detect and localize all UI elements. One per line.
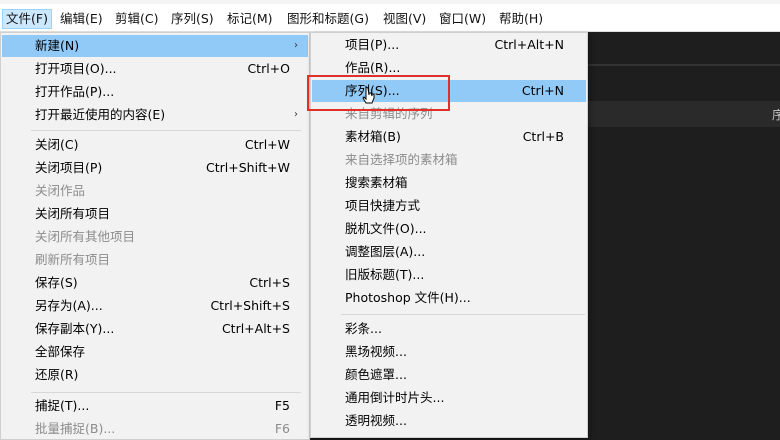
menu-clip[interactable]: 剪辑(C) — [112, 9, 161, 29]
menu-item-label: 还原(R) — [35, 367, 79, 382]
panel-label: 序 — [772, 108, 780, 122]
menu-separator — [341, 314, 585, 315]
menu-item-close-all-projects[interactable]: 关闭所有项目 — [2, 203, 308, 225]
menu-separator — [31, 392, 301, 393]
menu-item-save-all[interactable]: 全部保存 — [2, 341, 308, 363]
menu-item-label: 搜索素材箱 — [345, 175, 408, 190]
menu-separator — [31, 130, 301, 131]
submenu-item-adjustment-layer[interactable]: 调整图层(A)... — [312, 241, 586, 263]
menu-item-shortcut: Ctrl+Shift+W — [206, 160, 290, 175]
menu-item-shortcut: Ctrl+S — [249, 275, 290, 290]
mouse-pointer-icon — [362, 86, 375, 104]
menu-item-label: 刷新所有项目 — [35, 252, 111, 267]
menu-item-close-project[interactable]: 关闭项目(P) Ctrl+Shift+W — [2, 157, 308, 179]
menu-item-refresh-projects: 刷新所有项目 — [2, 249, 308, 271]
submenu-arrow-icon: › — [294, 109, 298, 120]
submenu-item-color-matte[interactable]: 颜色遮罩... — [312, 364, 586, 386]
menu-item-label: 保存(S) — [35, 275, 78, 290]
submenu-item-photoshop-file[interactable]: Photoshop 文件(H)... — [312, 287, 586, 309]
menu-sequence[interactable]: 序列(S) — [168, 9, 217, 29]
menu-item-label: 脱机文件(O)... — [345, 221, 427, 236]
menu-item-shortcut: Ctrl+W — [244, 137, 290, 152]
menu-item-label: 全部保存 — [35, 344, 86, 359]
menu-item-close-other-projects: 关闭所有其他项目 — [2, 226, 308, 248]
menu-view[interactable]: 视图(V) — [380, 9, 429, 29]
menu-item-label: 捕捉(T)... — [35, 398, 90, 413]
submenu-item-project[interactable]: 项目(P)... Ctrl+Alt+N — [312, 34, 586, 56]
menu-item-label: 打开作品(P)... — [35, 84, 115, 99]
menu-item-label: 项目(P)... — [345, 37, 400, 52]
menu-item-label: 旧版标题(T)... — [345, 267, 425, 282]
menu-item-label: 关闭所有项目 — [35, 206, 111, 221]
menu-item-save-as[interactable]: 另存为(A)... Ctrl+Shift+S — [2, 295, 308, 317]
menu-item-label: 颜色遮罩... — [345, 367, 407, 382]
menu-item-shortcut: Ctrl+B — [522, 129, 564, 144]
menu-edit[interactable]: 编辑(E) — [57, 9, 106, 29]
menu-item-label: 另存为(A)... — [35, 298, 103, 313]
submenu-item-countdown-leader[interactable]: 通用倒计时片头... — [312, 387, 586, 409]
menu-item-label: 关闭(C) — [35, 137, 79, 152]
menu-help[interactable]: 帮助(H) — [496, 9, 546, 29]
menu-item-label: 黑场视频... — [345, 344, 407, 359]
menu-bar: 文件(F) 编辑(E) 剪辑(C) 序列(S) 标记(M) 图形和标题(G) 视… — [0, 4, 780, 32]
submenu-item-transparent-video[interactable]: 透明视频... — [312, 410, 586, 432]
menu-graphics-titles[interactable]: 图形和标题(G) — [284, 9, 372, 29]
menu-item-label: 关闭项目(P) — [35, 160, 103, 175]
file-menu-dropdown: 新建(N) › 打开项目(O)... Ctrl+O 打开作品(P)... 打开最… — [0, 32, 310, 440]
menu-item-shortcut: Ctrl+N — [521, 83, 564, 98]
menu-item-shortcut: F5 — [274, 398, 290, 413]
menu-item-label: Photoshop 文件(H)... — [345, 290, 471, 305]
menu-item-save-copy[interactable]: 保存副本(Y)... Ctrl+Alt+S — [2, 318, 308, 340]
menu-item-batch-capture: 批量捕捉(B)... F6 — [2, 418, 308, 440]
menu-item-close-production: 关闭作品 — [2, 180, 308, 202]
menu-item-shortcut: F6 — [274, 421, 290, 436]
submenu-item-bin[interactable]: 素材箱(B) Ctrl+B — [312, 126, 586, 148]
menu-item-shortcut: Ctrl+Alt+S — [221, 321, 290, 336]
submenu-item-black-video[interactable]: 黑场视频... — [312, 341, 586, 363]
menu-item-shortcut: Ctrl+Shift+S — [210, 298, 290, 313]
menu-item-label: 通用倒计时片头... — [345, 390, 445, 405]
menu-item-shortcut: Ctrl+Alt+N — [494, 37, 564, 52]
menu-item-close[interactable]: 关闭(C) Ctrl+W — [2, 134, 308, 156]
menu-item-label: 素材箱(B) — [345, 129, 401, 144]
submenu-arrow-icon: › — [294, 40, 298, 51]
submenu-item-project-shortcut[interactable]: 项目快捷方式 — [312, 195, 586, 217]
menu-item-label: 保存副本(Y)... — [35, 321, 115, 336]
menu-item-open-project[interactable]: 打开项目(O)... Ctrl+O — [2, 58, 308, 80]
menu-window[interactable]: 窗口(W) — [436, 9, 489, 29]
menu-item-new[interactable]: 新建(N) › — [2, 35, 308, 57]
menu-file[interactable]: 文件(F) — [2, 9, 52, 29]
menu-item-capture[interactable]: 捕捉(T)... F5 — [2, 395, 308, 417]
menu-item-label: 关闭作品 — [35, 183, 86, 198]
submenu-item-offline-file[interactable]: 脱机文件(O)... — [312, 218, 586, 240]
submenu-item-bin-from-selection: 来自选择项的素材箱 — [312, 149, 586, 171]
menu-item-label: 打开最近使用的内容(E) — [35, 107, 166, 122]
submenu-item-legacy-title[interactable]: 旧版标题(T)... — [312, 264, 586, 286]
submenu-item-bars-and-tone[interactable]: 彩条... — [312, 318, 586, 340]
menu-item-label: 彩条... — [345, 321, 382, 336]
annotation-highlight-box — [307, 75, 450, 111]
menu-item-label: 打开项目(O)... — [35, 61, 117, 76]
menu-item-open-recent[interactable]: 打开最近使用的内容(E) › — [2, 104, 308, 126]
menu-item-label: 批量捕捉(B)... — [35, 421, 116, 436]
menu-item-shortcut: Ctrl+O — [247, 61, 290, 76]
menu-item-label: 项目快捷方式 — [345, 198, 421, 213]
menu-item-label: 来自选择项的素材箱 — [345, 152, 458, 167]
menu-item-revert[interactable]: 还原(R) — [2, 364, 308, 386]
submenu-item-search-bin[interactable]: 搜索素材箱 — [312, 172, 586, 194]
menu-marker[interactable]: 标记(M) — [224, 9, 276, 29]
menu-item-save[interactable]: 保存(S) Ctrl+S — [2, 272, 308, 294]
menu-item-open-production[interactable]: 打开作品(P)... — [2, 81, 308, 103]
menu-item-label: 调整图层(A)... — [345, 244, 426, 259]
menu-item-label: 透明视频... — [345, 413, 407, 428]
menu-item-label: 新建(N) — [35, 38, 80, 53]
menu-item-label: 关闭所有其他项目 — [35, 229, 136, 244]
